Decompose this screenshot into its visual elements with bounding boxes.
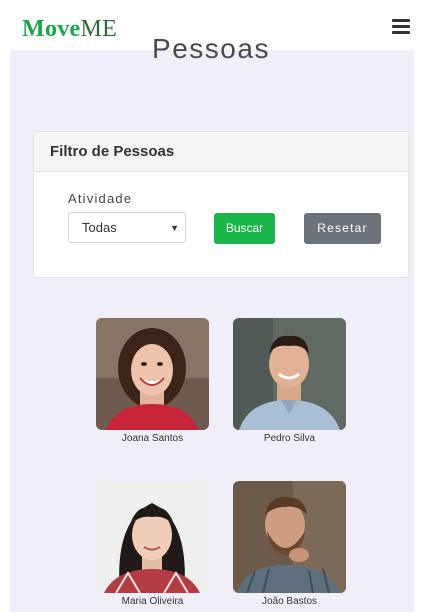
hamburger-line xyxy=(392,19,410,22)
person-name: João Bastos xyxy=(261,596,318,607)
hamburger-line xyxy=(392,25,410,28)
search-button[interactable]: Buscar xyxy=(214,213,275,244)
person-card[interactable]: João Bastos xyxy=(233,481,346,607)
caret-down-icon: ▼ xyxy=(170,223,179,233)
person-name: Pedro Silva xyxy=(263,433,316,444)
person-card[interactable]: Maria Oliveira xyxy=(96,481,209,607)
person-photo[interactable] xyxy=(233,481,346,593)
page-title: Pessoas xyxy=(152,33,270,64)
person-photo[interactable] xyxy=(233,318,346,430)
activity-label: Atividade xyxy=(68,191,133,206)
person-card[interactable]: Pedro Silva xyxy=(233,318,346,444)
activity-selected-value: Todas xyxy=(82,220,117,235)
person-name: Joana Santos xyxy=(121,433,184,444)
filter-card: Filtro de Pessoas Atividade Todas ▼ Busc… xyxy=(33,131,409,278)
activity-select[interactable]: Todas ▼ xyxy=(68,212,186,243)
reset-button[interactable]: Resetar xyxy=(304,213,381,244)
filter-card-header: Filtro de Pessoas xyxy=(34,132,408,172)
hamburger-icon[interactable] xyxy=(392,19,410,34)
person-photo[interactable] xyxy=(96,481,209,593)
person-card[interactable]: Joana Santos xyxy=(96,318,209,444)
person-photo[interactable] xyxy=(96,318,209,430)
person-name: Maria Oliveira xyxy=(121,596,184,607)
